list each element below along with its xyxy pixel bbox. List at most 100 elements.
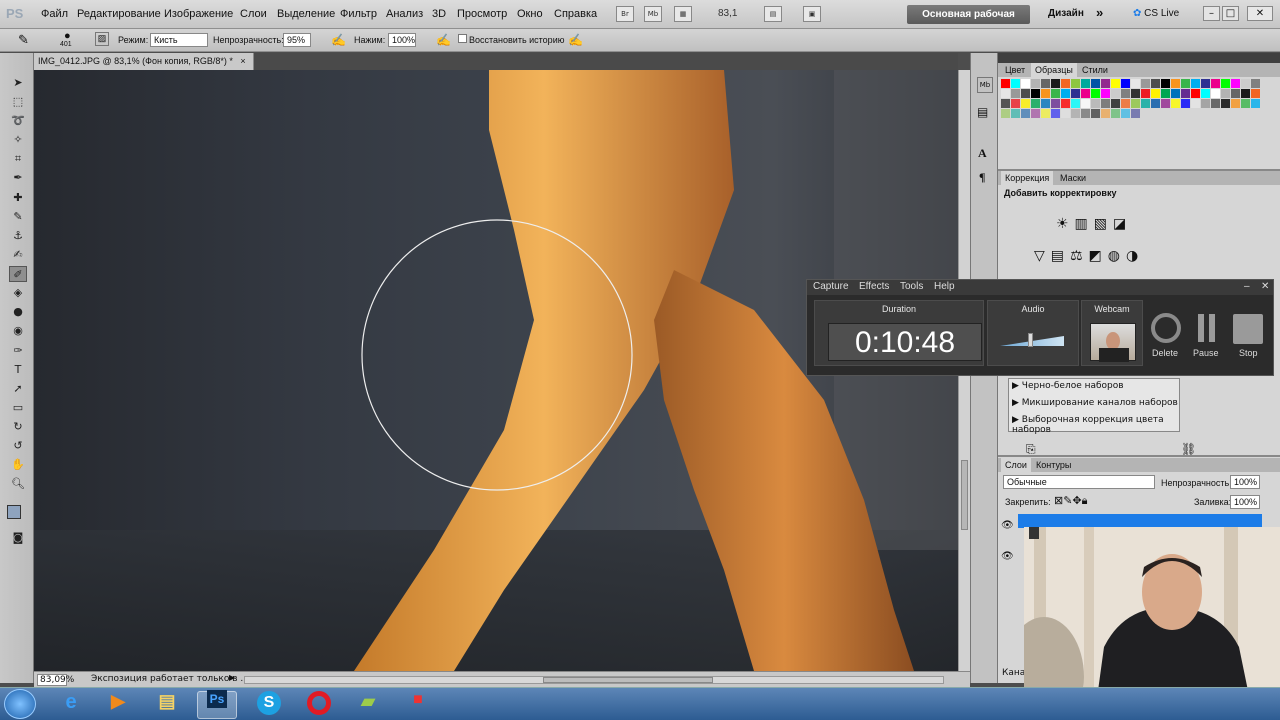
restore-history-checkbox[interactable] <box>458 34 467 43</box>
pressure-input[interactable]: 100% <box>388 33 416 47</box>
color-swatch[interactable] <box>1001 79 1010 88</box>
color-swatch[interactable] <box>1231 89 1240 98</box>
path-selection-tool-icon[interactable]: ➚ <box>9 381 27 397</box>
character-panel-icon[interactable]: A <box>978 146 987 161</box>
paint-bucket-tool-icon[interactable]: ◈ <box>9 285 27 301</box>
color-swatch[interactable] <box>1061 99 1070 108</box>
color-swatch[interactable] <box>1121 109 1130 118</box>
color-swatch[interactable] <box>1031 99 1040 108</box>
minibridge-icon[interactable]: Mb <box>644 6 662 22</box>
color-swatch[interactable] <box>1191 79 1200 88</box>
screen-recorder-taskbar-icon[interactable]: ■ <box>398 691 438 719</box>
color-swatch[interactable] <box>1231 79 1240 88</box>
menu-analysis[interactable]: Анализ <box>386 8 423 20</box>
color-swatch[interactable] <box>1161 79 1170 88</box>
lasso-tool-icon[interactable]: ➰ <box>9 113 27 129</box>
healing-brush-tool-icon[interactable]: ✚ <box>9 190 27 206</box>
document-tab[interactable]: IMG_0412.JPG @ 83,1% (Фон копия, RGB/8*)… <box>34 53 254 70</box>
bridge-icon[interactable]: Br <box>616 6 634 22</box>
color-swatch[interactable] <box>1181 99 1190 108</box>
color-swatch[interactable] <box>1141 79 1150 88</box>
color-swatch[interactable] <box>1151 99 1160 108</box>
paragraph-panel-icon[interactable]: ¶ <box>979 170 985 185</box>
recorder-minimize-icon[interactable]: – <box>1244 281 1250 292</box>
color-swatch[interactable] <box>1201 89 1210 98</box>
color-swatch[interactable] <box>1051 79 1060 88</box>
color-swatch[interactable] <box>1171 79 1180 88</box>
color-swatch[interactable] <box>1141 89 1150 98</box>
workspace-essentials-button[interactable]: Основная рабочая среда <box>907 5 1030 39</box>
shape-tool-icon[interactable]: ▭ <box>9 400 27 416</box>
layer-visibility-icon[interactable]: 👁︎ <box>1001 551 1014 562</box>
airbrush-icon[interactable]: ✍ <box>436 33 451 47</box>
color-swatch[interactable] <box>1081 109 1090 118</box>
color-swatch[interactable] <box>1211 79 1220 88</box>
menu-edit[interactable]: Редактирование <box>77 8 161 20</box>
menu-layers[interactable]: Слои <box>240 8 267 20</box>
color-swatch[interactable] <box>1011 99 1020 108</box>
opacity-input[interactable]: 95% <box>283 33 311 47</box>
color-swatch[interactable] <box>1091 99 1100 108</box>
color-swatch[interactable] <box>1051 99 1060 108</box>
color-swatch[interactable] <box>1201 79 1210 88</box>
color-swatch[interactable] <box>1051 89 1060 98</box>
delete-button-label[interactable]: Delete <box>1152 348 1178 358</box>
color-swatch[interactable] <box>1251 99 1260 108</box>
color-swatch[interactable] <box>1121 99 1130 108</box>
color-swatch[interactable] <box>1111 99 1120 108</box>
color-swatch[interactable] <box>1231 99 1240 108</box>
color-swatch[interactable] <box>1071 89 1080 98</box>
history-brush-tool-icon[interactable]: ✎ <box>18 32 29 48</box>
recorder-menu-capture[interactable]: Capture <box>813 281 849 292</box>
color-swatch[interactable] <box>1081 89 1090 98</box>
color-swatch[interactable] <box>1091 89 1100 98</box>
menu-3d[interactable]: 3D <box>432 8 446 20</box>
view-extras-icon[interactable]: ▦ <box>674 6 692 22</box>
pen-tool-icon[interactable]: ✑ <box>9 343 27 359</box>
color-swatch[interactable] <box>1091 109 1100 118</box>
color-swatch[interactable] <box>1251 79 1260 88</box>
color-swatch[interactable] <box>1221 89 1230 98</box>
delete-icon[interactable] <box>1151 313 1181 343</box>
move-tool-icon[interactable]: ➤ <box>9 75 27 91</box>
color-swatch[interactable] <box>1221 99 1230 108</box>
channels-tab[interactable]: Кана <box>1002 668 1025 678</box>
color-swatch[interactable] <box>1251 89 1260 98</box>
quick-mask-icon[interactable]: ◙ <box>9 530 27 546</box>
color-swatch[interactable] <box>1131 79 1140 88</box>
tab-layers[interactable]: Слои <box>1001 458 1031 472</box>
color-swatch[interactable] <box>1021 109 1030 118</box>
minibridge-panel-icon[interactable]: Mb <box>977 77 993 93</box>
marquee-tool-icon[interactable]: ⬚ <box>9 94 27 110</box>
start-button[interactable] <box>4 689 36 719</box>
blend-mode-select[interactable]: Обычные <box>1003 475 1155 489</box>
tab-adjustments[interactable]: Коррекция <box>1001 171 1054 185</box>
adjustment-icons-row-2[interactable]: ▽▤⚖◩◍◑ <box>1034 248 1144 264</box>
color-swatch[interactable] <box>1041 79 1050 88</box>
maximize-button[interactable]: □ <box>1222 6 1239 21</box>
preset-item[interactable]: ▶ Микширование каналов наборов <box>1012 398 1178 408</box>
tab-color[interactable]: Цвет <box>1001 63 1029 77</box>
color-swatch[interactable] <box>1131 109 1140 118</box>
webcam-preview[interactable] <box>1090 323 1136 362</box>
color-swatch[interactable] <box>1121 89 1130 98</box>
horizontal-scrollbar[interactable] <box>244 676 944 684</box>
menu-select[interactable]: Выделение <box>277 8 335 20</box>
clone-stamp-tool-icon[interactable]: ⚓ <box>9 228 27 244</box>
zoom-level[interactable]: 83,1 <box>718 8 737 19</box>
color-swatch[interactable] <box>1041 109 1050 118</box>
color-swatch[interactable] <box>1211 89 1220 98</box>
tablet-pressure-icon[interactable]: ✍ <box>568 33 583 47</box>
menu-file[interactable]: Файл <box>41 8 68 20</box>
color-swatch[interactable] <box>1161 89 1170 98</box>
horizontal-scroll-thumb[interactable] <box>543 677 713 683</box>
document-tab-close-icon[interactable]: × <box>240 56 245 66</box>
color-swatch[interactable] <box>1031 79 1040 88</box>
cs-live-button[interactable]: ✿ CS Live <box>1133 8 1179 19</box>
color-swatch[interactable] <box>1221 79 1230 88</box>
menu-image[interactable]: Изображение <box>164 8 233 20</box>
color-swatch[interactable] <box>1081 99 1090 108</box>
hand-tool-icon[interactable]: ✋ <box>9 457 27 473</box>
color-swatch[interactable] <box>1021 89 1030 98</box>
adjustment-icons-row-1[interactable]: ☀▥▧◪ <box>1056 216 1132 232</box>
